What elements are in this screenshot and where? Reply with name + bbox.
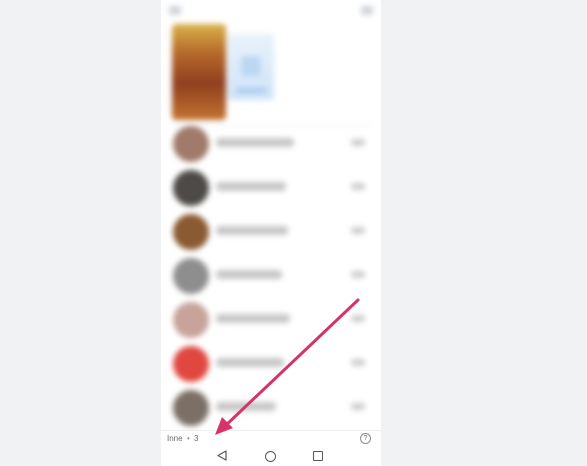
message-time	[351, 183, 365, 190]
story-card-icon	[241, 56, 261, 76]
contact-name	[216, 314, 290, 323]
help-icon[interactable]: ?	[360, 433, 371, 444]
message-time	[351, 315, 365, 322]
blurred-content	[161, 0, 381, 430]
conversation-row[interactable]	[161, 166, 381, 210]
others-bar[interactable]: Inne • 3 ?	[161, 430, 381, 447]
avatar	[173, 170, 209, 206]
recent-apps-icon[interactable]	[313, 451, 323, 461]
conversation-row[interactable]	[161, 298, 381, 342]
conversation-row[interactable]	[161, 254, 381, 298]
contact-name	[216, 138, 294, 147]
conversation-row[interactable]	[161, 342, 381, 386]
separator-dot: •	[187, 434, 190, 443]
back-icon[interactable]	[217, 450, 227, 461]
contact-name	[216, 358, 284, 367]
message-time	[351, 139, 365, 146]
message-time	[351, 227, 365, 234]
avatar	[173, 302, 209, 338]
avatar	[173, 126, 209, 162]
contact-name	[216, 226, 288, 235]
android-nav-bar	[161, 447, 381, 466]
conversation-row[interactable]	[161, 210, 381, 254]
contact-name	[216, 270, 282, 279]
avatar	[173, 390, 209, 426]
story-card[interactable]	[228, 34, 274, 100]
others-label[interactable]: Inne	[167, 434, 183, 443]
avatar	[173, 258, 209, 294]
home-icon[interactable]	[265, 451, 276, 462]
story-photo[interactable]	[172, 24, 226, 120]
avatar	[173, 214, 209, 250]
phone-screen: Inne • 3 ?	[161, 0, 381, 466]
conversation-row[interactable]	[161, 122, 381, 166]
avatar	[173, 346, 209, 382]
contact-name	[216, 182, 286, 191]
menu-icon[interactable]	[361, 6, 373, 15]
conversation-row[interactable]	[161, 386, 381, 430]
message-time	[351, 271, 365, 278]
others-count: 3	[194, 434, 199, 443]
story-card-bar	[236, 88, 266, 93]
message-time	[351, 403, 365, 410]
contact-name	[216, 402, 276, 411]
back-arrow-icon[interactable]	[169, 6, 181, 15]
message-time	[351, 359, 365, 366]
